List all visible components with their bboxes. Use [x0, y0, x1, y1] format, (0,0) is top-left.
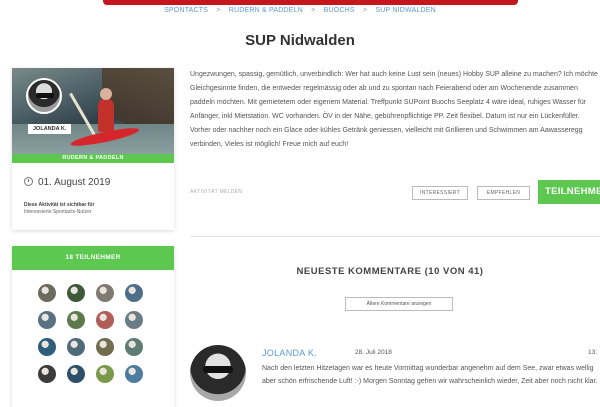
top-accent-bar [103, 0, 518, 5]
breadcrumb-separator: > [362, 7, 368, 14]
participant-avatar[interactable] [96, 284, 114, 302]
breadcrumb-item-current[interactable]: SUP NIDWALDEN [375, 7, 436, 14]
participant-avatar[interactable] [96, 311, 114, 329]
participant-avatar[interactable] [125, 284, 143, 302]
visibility-audience: Interessierte Spontacts-Nutzer [24, 209, 92, 215]
breadcrumb-item-location[interactable]: BUOCHS [324, 7, 355, 14]
organizer-name[interactable]: JOLANDA K. [28, 124, 72, 134]
clock-icon [24, 177, 33, 186]
comment-author-avatar[interactable] [190, 345, 246, 401]
section-divider [190, 236, 600, 237]
visibility-label: Diese Aktivität ist sichtbar für [24, 202, 95, 208]
comment-text: Nach den letzten Hitzetagen war es heute… [262, 365, 598, 385]
comment-date: 28. Juli 2018 [355, 349, 392, 356]
participant-avatar[interactable] [125, 365, 143, 383]
breadcrumb: SPONTACTS > RUDERN & PADDELN > BUOCHS > … [0, 7, 600, 14]
participant-avatar[interactable] [67, 284, 85, 302]
category-badge[interactable]: RUDERN & PADDELN [12, 154, 174, 163]
organizer-avatar[interactable] [26, 78, 62, 114]
comment-time: 13: [588, 349, 598, 356]
participant-avatar[interactable] [38, 365, 56, 383]
activity-description: Ungezwungen, spassig, gemütlich, unverbi… [190, 71, 598, 148]
report-activity-link[interactable]: AKTIVITÄT MELDEN [190, 189, 242, 195]
join-button[interactable]: TEILNEHMEN [538, 180, 600, 204]
activity-date-text: 01. August 2019 [38, 177, 111, 188]
page-title: SUP Nidwalden [245, 32, 355, 49]
breadcrumb-separator: > [216, 7, 221, 14]
activity-card: JOLANDA K. RUDERN & PADDELN 01. August 2… [12, 68, 174, 230]
participant-avatar[interactable] [125, 311, 143, 329]
participant-avatar[interactable] [38, 338, 56, 356]
breadcrumb-separator: > [311, 7, 316, 14]
comments-title: NEUESTE KOMMENTARE (10 VON 41) [296, 266, 484, 277]
participant-avatar[interactable] [38, 284, 56, 302]
participant-avatar[interactable] [67, 365, 85, 383]
participants-header: 18 TEILNEHMER [12, 246, 174, 270]
participants-card: 18 TEILNEHMER [12, 246, 174, 407]
interested-button[interactable]: INTERESSIERT [412, 186, 468, 200]
participant-avatar[interactable] [125, 338, 143, 356]
older-comments-button[interactable]: Ältere Kommentare anzeigen [345, 297, 453, 311]
comment-author-name[interactable]: JOLANDA K. [262, 348, 317, 358]
breadcrumb-item-home[interactable]: SPONTACTS [164, 7, 208, 14]
breadcrumb-item-category[interactable]: RUDERN & PADDELN [229, 7, 303, 14]
activity-date: 01. August 2019 [24, 176, 110, 188]
recommend-button[interactable]: EMPFEHLEN [477, 186, 530, 200]
participant-avatar[interactable] [67, 338, 85, 356]
participant-avatar[interactable] [96, 338, 114, 356]
participant-avatar[interactable] [38, 311, 56, 329]
participant-avatar[interactable] [96, 365, 114, 383]
activity-photo: JOLANDA K. [12, 68, 174, 154]
participant-avatar[interactable] [67, 311, 85, 329]
